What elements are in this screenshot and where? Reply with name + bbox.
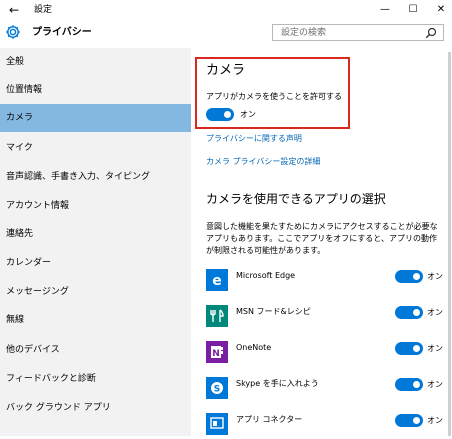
privacy-statement-link[interactable]: プライバシーに関する声明 xyxy=(206,133,302,144)
window-title: 設定 xyxy=(34,5,53,15)
sidebar-item-other-devices[interactable]: 他のデバイス xyxy=(0,336,191,364)
allow-camera-toggle-state: オン xyxy=(240,110,256,119)
maximize-button[interactable]: ☐ xyxy=(400,0,426,20)
allow-camera-label: アプリがカメラを使うことを許可する xyxy=(206,92,342,101)
app-name-app-connector: アプリ コネクター xyxy=(236,415,303,424)
onenote-icon: N xyxy=(206,341,228,363)
app-toggle-state-skype: オン xyxy=(427,380,443,389)
gear-icon xyxy=(6,25,20,39)
sidebar-item-calendar[interactable]: カレンダー xyxy=(0,249,191,277)
sidebar-item-radios[interactable]: 無線 xyxy=(0,306,191,334)
close-button[interactable]: ✕ xyxy=(428,0,452,20)
app-toggle-state-msn-food: オン xyxy=(427,308,443,317)
sidebar-item-feedback[interactable]: フィードバックと診断 xyxy=(0,365,191,393)
sidebar-item-speech[interactable]: 音声認識、手書き入力、タイピング xyxy=(0,163,191,191)
edge-icon: e xyxy=(206,269,228,291)
search-placeholder: 設定の検索 xyxy=(281,28,327,38)
camera-heading: カメラ xyxy=(206,63,246,78)
scrollbar[interactable] xyxy=(448,52,451,436)
sidebar-item-background-apps[interactable]: バック グラウンド アプリ xyxy=(0,394,191,422)
app-toggle-onenote[interactable] xyxy=(395,342,423,355)
sidebar-item-location[interactable]: 位置情報 xyxy=(0,76,191,104)
sidebar-item-microphone[interactable]: マイク xyxy=(0,134,191,162)
svg-text:N: N xyxy=(212,349,220,359)
app-name-msn-food: MSN フード&レシピ xyxy=(236,307,311,316)
sidebar-item-account-info[interactable]: アカウント情報 xyxy=(0,192,191,220)
title-bar: ← 設定 — ☐ ✕ xyxy=(0,0,452,20)
sidebar-item-camera[interactable]: カメラ xyxy=(0,104,191,132)
app-toggle-state-onenote: オン xyxy=(427,344,443,353)
app-toggle-state-edge: オン xyxy=(427,272,443,281)
sidebar-item-messaging[interactable]: メッセージング xyxy=(0,278,191,306)
sidebar-item-contacts[interactable]: 連絡先 xyxy=(0,220,191,248)
page-title: プライバシー xyxy=(32,27,92,38)
svg-text:S: S xyxy=(214,385,220,395)
app-toggle-msn-food[interactable] xyxy=(395,306,423,319)
search-icon[interactable] xyxy=(425,27,437,39)
svg-text:e: e xyxy=(212,273,222,289)
sidebar-item-general[interactable]: 全般 xyxy=(0,48,191,76)
minimize-button[interactable]: — xyxy=(372,0,398,20)
allow-camera-toggle[interactable] xyxy=(206,108,234,121)
app-toggle-state-app-connector: オン xyxy=(427,416,443,425)
camera-privacy-details-link[interactable]: カメラ プライバシー設定の詳細 xyxy=(206,156,320,167)
apps-description: 意図した機能を果たすためにカメラにアクセスすることが必要なアプリもあります。ここ… xyxy=(206,222,438,255)
sidebar: 全般 位置情報 カメラ マイク 音声認識、手書き入力、タイピング アカウント情報… xyxy=(0,48,191,436)
app-toggle-edge[interactable] xyxy=(395,270,423,283)
skype-icon: S xyxy=(206,377,228,399)
food-icon xyxy=(206,305,228,327)
app-connector-icon xyxy=(206,413,228,435)
app-toggle-app-connector[interactable] xyxy=(395,414,423,427)
app-name-skype: Skype を手に入れよう xyxy=(236,379,319,388)
app-toggle-skype[interactable] xyxy=(395,378,423,391)
app-name-edge: Microsoft Edge xyxy=(236,271,296,280)
apps-heading: カメラを使用できるアプリの選択 xyxy=(206,192,386,206)
app-name-onenote: OneNote xyxy=(236,343,272,352)
back-arrow-icon[interactable]: ← xyxy=(6,2,22,18)
search-input[interactable]: 設定の検索 xyxy=(272,24,444,41)
